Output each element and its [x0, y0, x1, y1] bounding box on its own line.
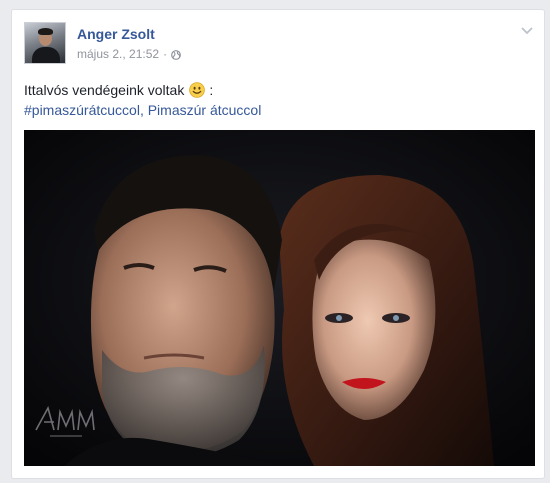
post-text-line: Ittalvós vendégeink voltak : [24, 80, 261, 100]
post-message: Ittalvós vendégeink voltak [24, 82, 185, 98]
hashtag-link[interactable]: #pimaszúrátcuccol [24, 102, 140, 118]
photo-woman-iris-right [393, 315, 399, 321]
author-name-link[interactable]: Anger Zsolt [77, 26, 155, 42]
page-link[interactable]: Pimaszúr átcuccol [148, 102, 262, 118]
avatar-figure-body [32, 47, 60, 63]
avatar-figure-hair [38, 28, 53, 35]
post-meta: május 2., 21:52 · [77, 47, 181, 61]
smiley-icon [189, 82, 206, 98]
photo-woman-iris-left [336, 315, 342, 321]
post-tags: #pimaszúrátcuccol, Pimaszúr átcuccol [24, 100, 261, 120]
meta-separator: · [163, 47, 168, 61]
tag-separator: , [139, 102, 144, 118]
post-photo[interactable] [24, 130, 535, 466]
author-avatar[interactable] [24, 22, 66, 64]
chevron-down-icon[interactable] [520, 23, 534, 35]
post-message-suffix: : [209, 82, 214, 98]
post-card: Anger Zsolt május 2., 21:52 · Ittalvós v… [11, 9, 545, 479]
post-text: Ittalvós vendégeink voltak : #pimaszúrát… [24, 80, 261, 120]
globe-icon[interactable] [171, 49, 181, 60]
post-timestamp-link[interactable]: május 2., 21:52 [77, 47, 159, 61]
